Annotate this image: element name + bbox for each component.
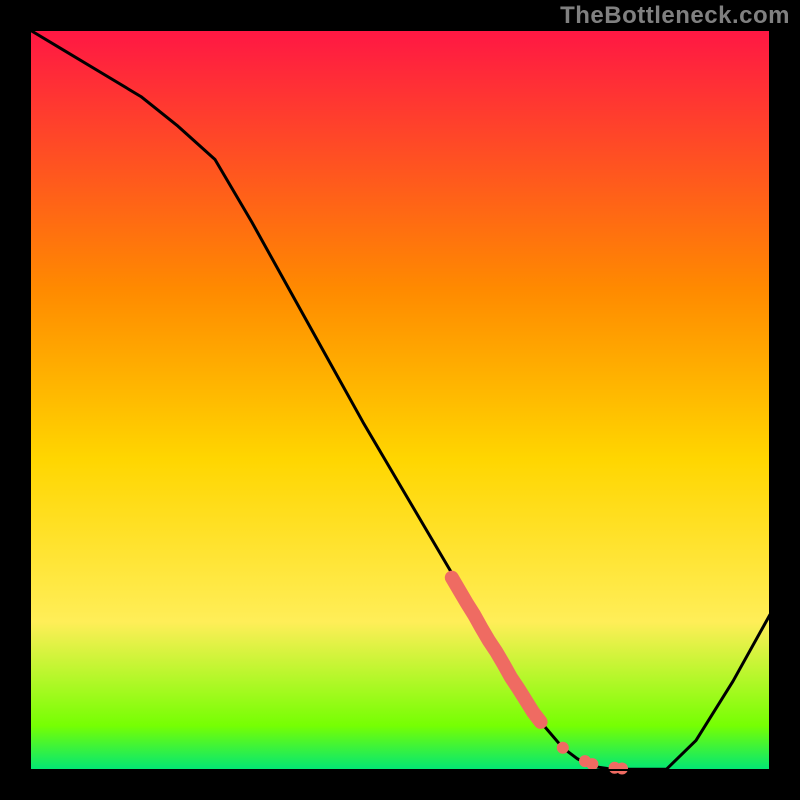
bottleneck-chart	[0, 0, 800, 800]
plot-background-gradient	[30, 30, 770, 770]
highlight-dot	[616, 763, 628, 775]
chart-container: TheBottleneck.com	[0, 0, 800, 800]
watermark-label: TheBottleneck.com	[560, 2, 790, 30]
highlight-dot	[586, 758, 598, 770]
highlight-dot	[557, 742, 569, 754]
